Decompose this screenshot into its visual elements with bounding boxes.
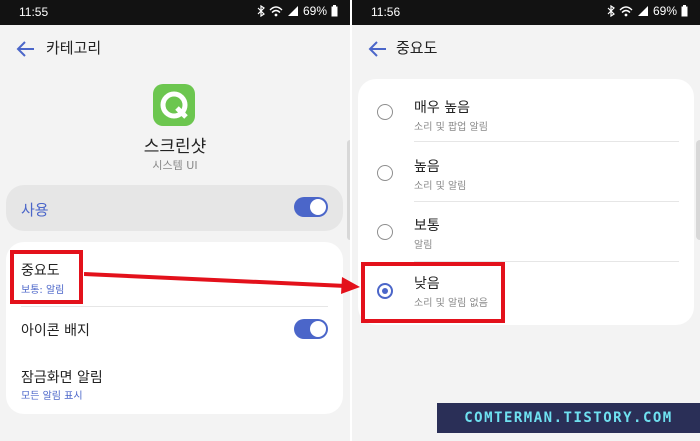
divider bbox=[21, 306, 328, 307]
back-arrow-icon[interactable] bbox=[16, 40, 36, 58]
bluetooth-icon bbox=[257, 5, 265, 17]
status-time: 11:56 bbox=[371, 5, 401, 19]
status-icons: 69% bbox=[257, 4, 338, 18]
option-description: 소리 및 알림 bbox=[414, 181, 467, 192]
option-description: 소리 및 팝업 알림 bbox=[414, 122, 488, 133]
red-arrow-icon bbox=[84, 272, 360, 294]
battery-percent: 69% bbox=[652, 4, 677, 18]
highlight-box-low-option bbox=[361, 262, 505, 323]
page-title: 카테고리 bbox=[46, 39, 102, 57]
bluetooth-icon bbox=[607, 5, 615, 17]
option-normal[interactable]: 보통 알림 bbox=[358, 201, 694, 261]
edge-handle bbox=[696, 140, 700, 240]
option-high[interactable]: 높음 소리 및 알림 bbox=[358, 141, 694, 201]
option-label: 보통 bbox=[414, 218, 440, 234]
badge-label[interactable]: 아이콘 배지 bbox=[21, 320, 90, 340]
battery-icon bbox=[331, 5, 338, 17]
screenshot-app-icon bbox=[153, 84, 195, 126]
status-time: 11:55 bbox=[19, 5, 49, 19]
wifi-icon bbox=[269, 6, 283, 17]
page-title: 중요도 bbox=[396, 39, 438, 57]
badge-toggle[interactable] bbox=[294, 319, 328, 339]
q-logo-icon bbox=[160, 91, 188, 119]
wifi-icon bbox=[619, 6, 633, 17]
status-bar: 11:55 69% bbox=[0, 0, 350, 25]
battery-icon bbox=[681, 5, 688, 17]
option-label: 매우 높음 bbox=[414, 100, 470, 116]
toggle-knob bbox=[310, 199, 326, 215]
app-subtitle: 시스템 UI bbox=[152, 159, 198, 172]
use-card[interactable]: 사용 bbox=[6, 185, 343, 231]
radio-button[interactable] bbox=[377, 165, 393, 181]
option-label: 높음 bbox=[414, 159, 440, 175]
lockscreen-label[interactable]: 잠금화면 알림 bbox=[21, 367, 103, 387]
battery-percent: 69% bbox=[302, 4, 327, 18]
toggle-knob bbox=[310, 321, 326, 337]
signal-icon bbox=[637, 6, 648, 16]
signal-icon bbox=[287, 6, 298, 16]
blog-watermark: COMTERMAN.TISTORY.COM bbox=[437, 403, 700, 433]
back-arrow-icon[interactable] bbox=[368, 40, 388, 58]
option-description: 알림 bbox=[414, 240, 433, 251]
radio-button[interactable] bbox=[377, 104, 393, 120]
use-label: 사용 bbox=[21, 201, 49, 219]
status-icons: 69% bbox=[607, 4, 688, 18]
app-name: 스크린샷 bbox=[143, 137, 207, 157]
left-screen: 11:55 69% 카테고리 스크린샷 시스템 UI 사용 중요도 보통: 알림… bbox=[0, 0, 350, 441]
highlight-box-importance bbox=[10, 250, 83, 304]
radio-button[interactable] bbox=[377, 224, 393, 240]
status-bar: 11:56 69% bbox=[352, 0, 700, 25]
use-toggle[interactable] bbox=[294, 197, 328, 217]
option-very-high[interactable]: 매우 높음 소리 및 팝업 알림 bbox=[358, 79, 694, 141]
lockscreen-value: 모든 알림 표시 bbox=[21, 391, 83, 402]
right-screen: 11:56 69% 중요도 매우 높음 소리 및 팝업 알림 높음 소리 및 알… bbox=[352, 0, 700, 441]
